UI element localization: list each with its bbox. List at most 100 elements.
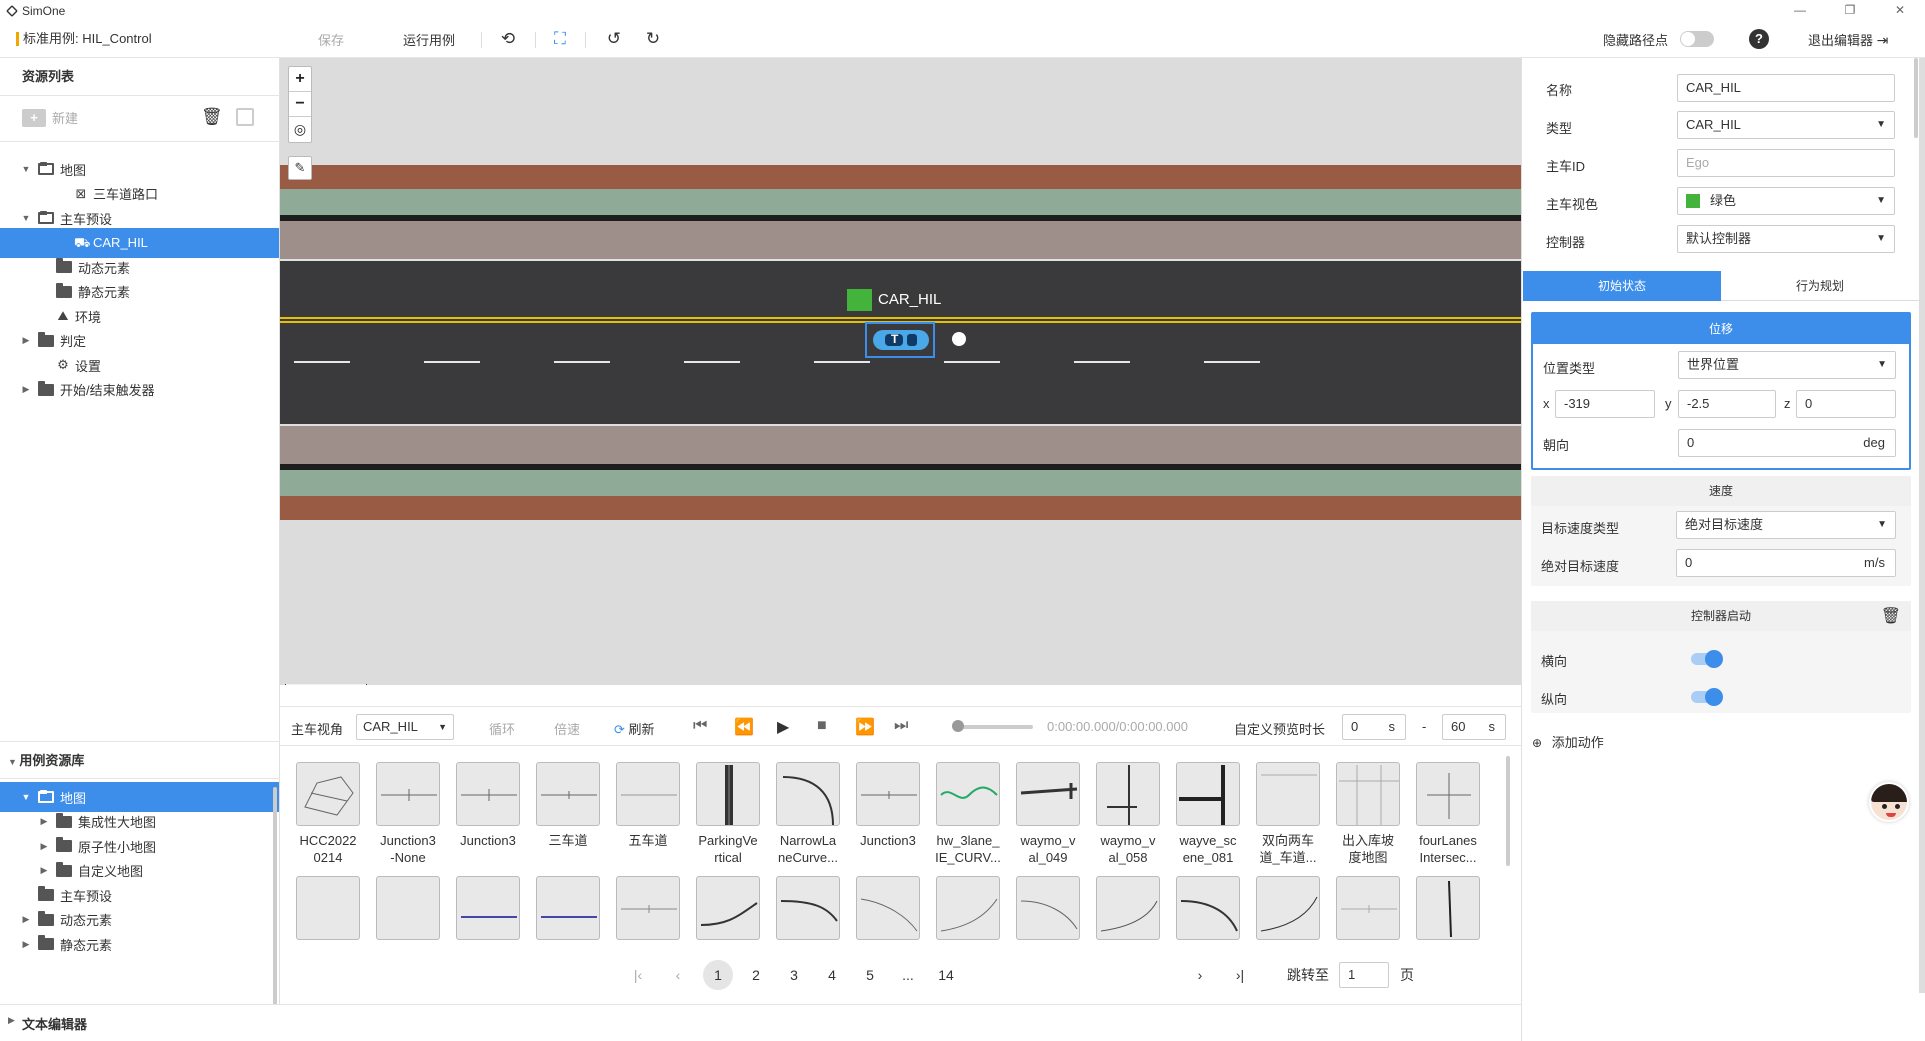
page-button[interactable]: 14 xyxy=(931,960,961,990)
map-thumbnail[interactable] xyxy=(1256,762,1320,826)
chevron-right-icon[interactable]: ▶ xyxy=(38,841,50,852)
map-thumbnail[interactable] xyxy=(776,876,840,940)
close-button[interactable]: ✕ xyxy=(1875,0,1925,22)
controller-select[interactable]: 默认控制器 ▼ xyxy=(1677,225,1895,253)
chevron-down-icon[interactable]: ▼ xyxy=(20,213,32,223)
map-thumbnail[interactable] xyxy=(1176,762,1240,826)
play-icon[interactable]: ▶ xyxy=(777,717,789,737)
tree-item[interactable]: ▶ 静态元素 xyxy=(0,929,279,959)
properties-scrollbar[interactable] xyxy=(1914,58,1918,138)
page-button[interactable]: 3 xyxy=(779,960,809,990)
heading-input[interactable]: 0 deg xyxy=(1678,429,1896,457)
map-thumbnail[interactable] xyxy=(856,876,920,940)
color-select[interactable]: 绿色 ▼ xyxy=(1677,187,1895,215)
page-button[interactable]: 1 xyxy=(703,960,733,990)
delete-icon[interactable]: 🗑 xyxy=(201,107,223,127)
ego-id-input[interactable]: Ego xyxy=(1677,149,1895,177)
prev-page-button[interactable]: ‹ xyxy=(663,960,693,990)
map-thumbnail[interactable] xyxy=(376,762,440,826)
speed-button[interactable]: 倍速 xyxy=(554,719,580,738)
timeline-track[interactable] xyxy=(955,725,1033,729)
type-select[interactable]: CAR_HIL ▼ xyxy=(1677,111,1895,139)
map-thumbnail[interactable] xyxy=(1016,876,1080,940)
preview-end-input[interactable]: 60 s xyxy=(1442,714,1506,740)
map-thumbnail[interactable] xyxy=(456,876,520,940)
map-thumbnail[interactable] xyxy=(1096,762,1160,826)
ruler-icon[interactable]: ✎ xyxy=(288,156,312,180)
car-label[interactable]: CAR_HIL xyxy=(847,289,948,311)
hide-waypoints-toggle[interactable] xyxy=(1680,31,1714,47)
run-case-button[interactable]: 运行用例 xyxy=(403,30,455,49)
add-action-button[interactable]: ⊕ 添加动作 xyxy=(1532,732,1604,751)
chevron-right-icon[interactable]: ▶ xyxy=(20,939,32,950)
map-canvas[interactable]: + − ◎ ✎ CAR_HIL T 5 m RoadId: 82 LaneId:… xyxy=(280,58,1521,685)
tab-behavior-plan[interactable]: 行为规划 xyxy=(1721,271,1919,301)
page-button[interactable]: 4 xyxy=(817,960,847,990)
x-input[interactable]: -319 xyxy=(1555,390,1655,418)
map-thumbnail[interactable] xyxy=(296,762,360,826)
map-thumbnail[interactable] xyxy=(376,876,440,940)
case-library-title[interactable]: ▼ 用例资源库 xyxy=(0,741,280,779)
zoom-in-button[interactable]: + xyxy=(289,67,311,92)
z-input[interactable]: 0 xyxy=(1796,390,1896,418)
map-thumbnail[interactable] xyxy=(936,762,1000,826)
y-input[interactable]: -2.5 xyxy=(1678,390,1776,418)
timeline-knob[interactable] xyxy=(952,720,964,732)
tab-initial-state[interactable]: 初始状态 xyxy=(1523,271,1721,301)
text-editor-bar[interactable]: ▶ 文本编辑器 xyxy=(0,1004,1521,1041)
lateral-toggle[interactable] xyxy=(1691,650,1723,668)
map-thumbnail[interactable] xyxy=(696,876,760,940)
exit-editor-button[interactable]: 退出编辑器 ⇥ xyxy=(1808,30,1888,49)
chevron-down-icon[interactable]: ▼ xyxy=(20,792,32,802)
map-thumbnail[interactable] xyxy=(696,762,760,826)
speed-section[interactable]: 速度 目标速度类型 绝对目标速度 ▼ 绝对目标速度 0 m/s xyxy=(1531,476,1911,586)
controller-start-section[interactable]: 控制器启动 🗑 横向 纵向 xyxy=(1531,601,1911,713)
step-back-icon[interactable]: ⏪ xyxy=(734,717,754,737)
map-thumbnail[interactable] xyxy=(616,762,680,826)
map-thumbnail[interactable] xyxy=(1016,762,1080,826)
tree-item[interactable]: ▶ 开始/结束触发器 xyxy=(0,375,279,405)
fit-screen-icon[interactable]: ⛶ xyxy=(549,28,571,50)
abs-speed-input[interactable]: 0 m/s xyxy=(1676,549,1896,577)
position-type-select[interactable]: 世界位置 ▼ xyxy=(1678,351,1896,379)
car-heading-handle[interactable] xyxy=(952,332,966,346)
skip-to-start-icon[interactable]: ⏮ xyxy=(693,717,707,735)
reset-view-icon[interactable]: ⟲ xyxy=(497,28,519,50)
map-thumbnail[interactable] xyxy=(776,762,840,826)
position-section[interactable]: 位移 位置类型 世界位置 ▼ x -319 y -2.5 z 0 朝向 0 de… xyxy=(1531,312,1911,470)
map-thumbnail[interactable] xyxy=(456,762,520,826)
help-icon[interactable]: ? xyxy=(1749,29,1769,49)
stop-icon[interactable]: ■ xyxy=(817,717,827,735)
chevron-right-icon[interactable]: ▶ xyxy=(20,384,32,395)
step-forward-icon[interactable]: ⏩ xyxy=(855,717,875,737)
redo-icon[interactable]: ↻ xyxy=(642,28,664,50)
loop-button[interactable]: 循环 xyxy=(489,719,515,738)
chevron-right-icon[interactable]: ▶ xyxy=(38,816,50,827)
new-resource-button[interactable]: + 新建 xyxy=(22,108,78,127)
preview-start-input[interactable]: 0 s xyxy=(1342,714,1406,740)
center-view-button[interactable]: ◎ xyxy=(289,117,311,142)
map-thumbnail[interactable] xyxy=(536,876,600,940)
first-page-button[interactable]: |‹ xyxy=(623,960,653,990)
longitudinal-toggle[interactable] xyxy=(1691,688,1723,706)
map-thumbnail[interactable] xyxy=(296,876,360,940)
copy-icon[interactable] xyxy=(236,108,254,126)
minimize-button[interactable]: — xyxy=(1775,0,1825,22)
speed-type-select[interactable]: 绝对目标速度 ▼ xyxy=(1676,511,1896,539)
maximize-button[interactable]: ❐ xyxy=(1825,0,1875,22)
chevron-right-icon[interactable]: ▶ xyxy=(20,335,32,346)
chevron-right-icon[interactable]: ▶ xyxy=(38,865,50,876)
refresh-button[interactable]: ⟳ 刷新 xyxy=(614,719,655,738)
jump-page-input[interactable]: 1 xyxy=(1339,962,1389,988)
map-thumbnail[interactable] xyxy=(1256,876,1320,940)
name-input[interactable]: CAR_HIL xyxy=(1677,74,1895,102)
chevron-down-icon[interactable]: ▼ xyxy=(20,164,32,174)
skip-to-end-icon[interactable]: ⏭ xyxy=(894,717,908,735)
map-thumbnail[interactable] xyxy=(1176,876,1240,940)
undo-icon[interactable]: ↺ xyxy=(603,28,625,50)
page-button[interactable]: 5 xyxy=(855,960,885,990)
next-page-button[interactable]: › xyxy=(1185,960,1215,990)
map-thumbnail[interactable] xyxy=(616,876,680,940)
assistant-avatar[interactable] xyxy=(1869,782,1909,822)
ego-car[interactable]: T xyxy=(865,322,935,358)
